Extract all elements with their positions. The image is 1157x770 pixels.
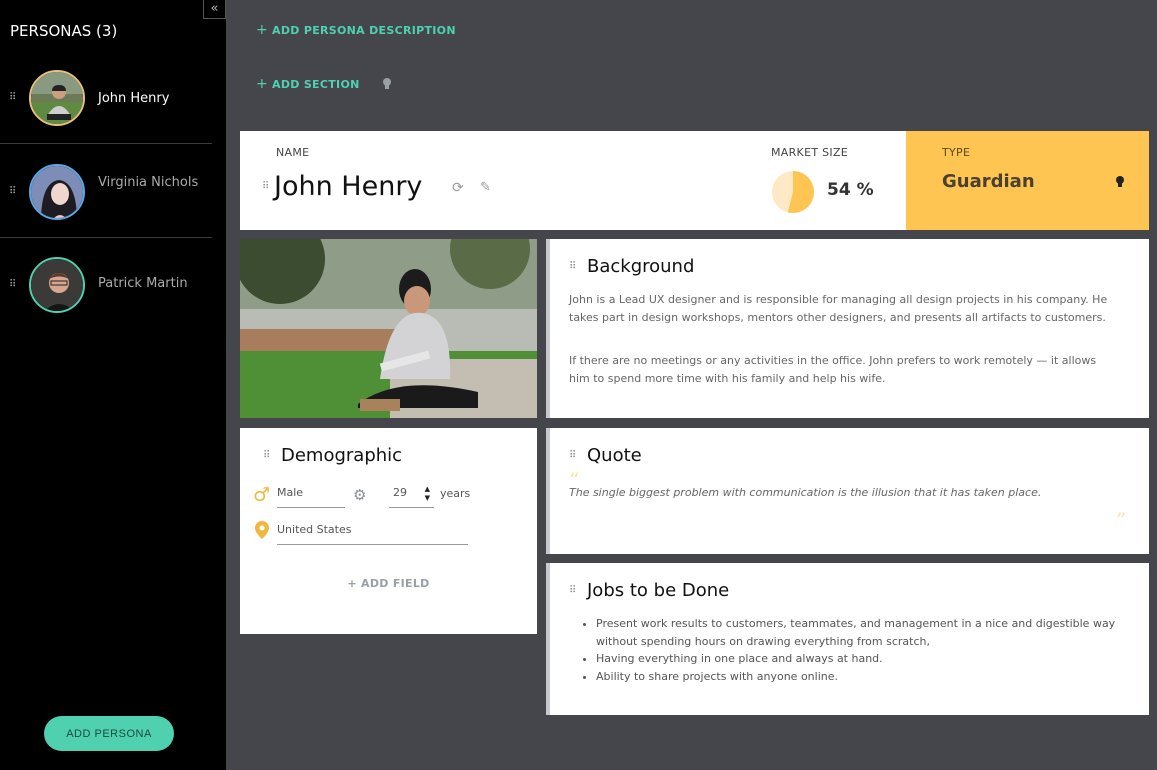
type-label: TYPE	[942, 146, 971, 159]
drag-handle-icon[interactable]: ⠿	[9, 186, 16, 197]
persona-photo	[240, 239, 537, 418]
close-quote-icon: ”	[1116, 508, 1127, 532]
plus-icon: +	[256, 22, 269, 38]
market-size-value: 54 %	[827, 180, 874, 200]
type-value: Guardian	[942, 171, 1035, 192]
plus-icon: +	[256, 76, 269, 92]
gender-select[interactable]: Male	[277, 486, 345, 508]
add-section-link[interactable]: + ADD SECTION	[256, 76, 360, 92]
personas-title: PERSONAS (3)	[10, 22, 118, 40]
avatar	[29, 257, 85, 313]
jobs-list: Present work results to customers, teamm…	[574, 615, 1129, 685]
drag-handle-icon[interactable]: ⠿	[9, 92, 16, 103]
market-size-label: MARKET SIZE	[771, 146, 849, 159]
persona-name: John Henry	[98, 91, 170, 106]
persona-type-box[interactable]: TYPE Guardian	[906, 131, 1149, 230]
drag-handle-icon[interactable]: ⠿	[569, 585, 576, 596]
persona-name-title[interactable]: John Henry	[274, 171, 422, 202]
male-gender-icon: ♂	[253, 484, 271, 506]
list-item[interactable]: Present work results to customers, teamm…	[596, 615, 1129, 650]
quote-card: ⠿ Quote “ The single biggest problem wit…	[546, 428, 1149, 554]
drag-handle-icon[interactable]: ⠿	[569, 261, 576, 272]
persona-item-virginia-nichols[interactable]: ⠿ Virginia Nichols	[0, 146, 212, 238]
drag-handle-icon[interactable]: ⠿	[263, 450, 270, 461]
quote-text[interactable]: The single biggest problem with communic…	[569, 486, 1129, 499]
age-stepper[interactable]: 29 ▲ ▼	[389, 485, 434, 508]
demographic-card: ⠿ Demographic ♂ Male ⚙ 29 ▲ ▼ years Unite…	[240, 428, 537, 634]
persona-item-patrick-martin[interactable]: ⠿ Patrick Martin	[0, 239, 212, 331]
add-field-button[interactable]: + ADD FIELD	[240, 577, 537, 590]
quote-title: Quote	[587, 445, 642, 466]
persona-item-john-henry[interactable]: ⠿ John Henry	[0, 52, 212, 144]
lightbulb-icon[interactable]	[382, 77, 392, 91]
location-pin-icon	[255, 521, 269, 539]
gear-icon[interactable]: ⚙	[353, 486, 366, 504]
stepper-arrows-icon[interactable]: ▲ ▼	[425, 485, 430, 503]
age-unit: years	[440, 487, 471, 500]
add-persona-description-link[interactable]: + ADD PERSONA DESCRIPTION	[256, 22, 456, 38]
name-label: NAME	[276, 146, 310, 159]
market-size-pie	[772, 171, 815, 213]
persona-header-card: NAME ⠿ John Henry ⟳ ✎ MARKET SIZE 54 %	[240, 131, 906, 230]
background-paragraph-2[interactable]: If there are no meetings or any activiti…	[569, 352, 1109, 387]
refresh-icon[interactable]: ⟳	[452, 180, 464, 196]
edit-pen-icon[interactable]: ✎	[480, 180, 491, 195]
demographic-title: Demographic	[281, 445, 403, 466]
background-title: Background	[587, 256, 695, 277]
list-item[interactable]: Having everything in one place and alway…	[596, 650, 1129, 668]
collapse-sidebar-icon[interactable]: «	[203, 0, 226, 19]
persona-name: Patrick Martin	[98, 276, 188, 291]
drag-handle-icon[interactable]: ⠿	[262, 181, 269, 192]
list-item[interactable]: Ability to share projects with anyone on…	[596, 668, 1129, 686]
drag-handle-icon[interactable]: ⠿	[9, 279, 16, 290]
avatar	[29, 70, 85, 126]
lightbulb-icon[interactable]	[1115, 175, 1125, 189]
background-paragraph-1[interactable]: John is a Lead UX designer and is respon…	[569, 291, 1109, 326]
avatar	[29, 164, 85, 220]
drag-handle-icon[interactable]: ⠿	[569, 450, 576, 461]
jobs-title: Jobs to be Done	[587, 580, 730, 601]
add-section-label: ADD SECTION	[272, 78, 360, 91]
add-description-label: ADD PERSONA DESCRIPTION	[272, 24, 456, 37]
location-field[interactable]: United States	[277, 523, 468, 545]
add-persona-button[interactable]: ADD PERSONA	[44, 716, 174, 751]
persona-name: Virginia Nichols	[98, 175, 199, 190]
jobs-card: ⠿ Jobs to be Done Present work results t…	[546, 563, 1149, 715]
background-card: ⠿ Background John is a Lead UX designer …	[546, 239, 1149, 418]
persona-sidebar: « PERSONAS (3) ⠿ John Henry ⠿ Virginia N…	[0, 0, 226, 770]
age-value: 29	[393, 486, 407, 499]
